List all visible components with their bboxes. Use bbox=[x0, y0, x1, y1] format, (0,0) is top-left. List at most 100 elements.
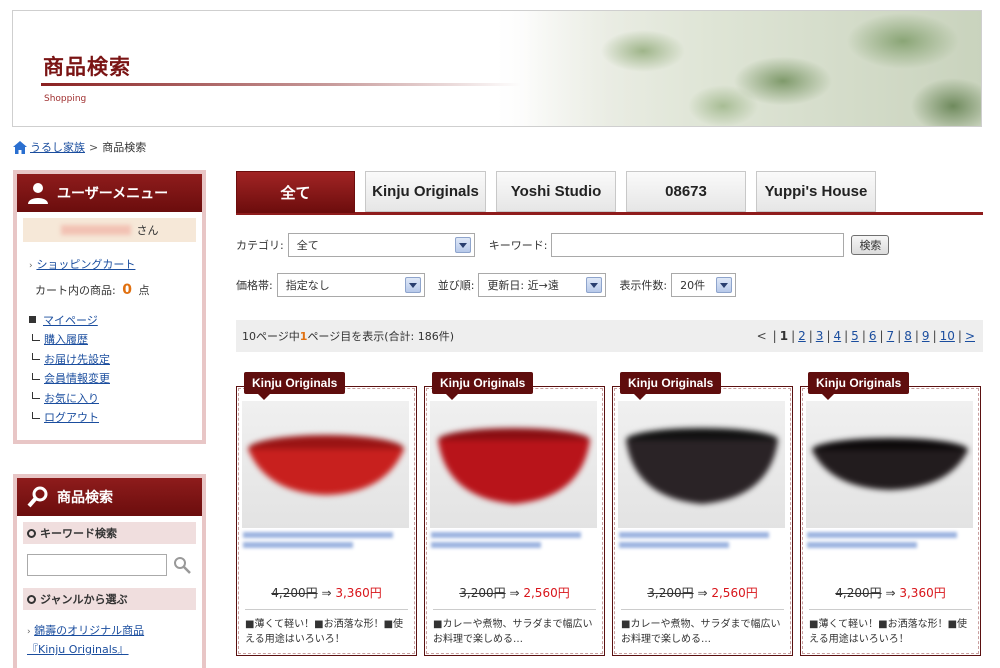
product-card[interactable]: Kinju Originals 3,200円 ⇒ 2,560円 ■カレーや煮物、… bbox=[612, 372, 793, 656]
sort-select[interactable]: 更新日: 近→遠 bbox=[478, 273, 607, 297]
product-price: 4,200円 ⇒ 3,360円 bbox=[801, 584, 980, 601]
mypage-link[interactable]: マイページ bbox=[43, 312, 98, 328]
card-divider bbox=[809, 609, 972, 610]
pager-summary: 10ページ中1ページ目を表示(合計: 186件) bbox=[242, 328, 454, 344]
price-select[interactable]: 指定なし bbox=[276, 273, 425, 297]
product-name-blurred[interactable] bbox=[619, 532, 779, 554]
product-name-blurred[interactable] bbox=[243, 532, 403, 554]
card-divider bbox=[245, 609, 408, 610]
tab-all[interactable]: 全て bbox=[236, 171, 355, 213]
user-menu-box: ユーザーメニュー さん › ショッピングカート カート内の商品: 0 点 マイペ… bbox=[13, 170, 206, 444]
delivery-settings-link[interactable]: お届け先設定 bbox=[44, 351, 110, 367]
search-button[interactable]: 検索 bbox=[851, 235, 890, 255]
user-menu-title: ユーザーメニュー bbox=[57, 186, 169, 202]
filter-row-2: 価格帯: 指定なし 並び順: 更新日: 近→遠 表示件数: 20件 bbox=[236, 273, 737, 297]
sale-price: 2,560円 bbox=[711, 586, 758, 600]
bowl-body bbox=[625, 440, 778, 504]
card-divider bbox=[621, 609, 784, 610]
product-card[interactable]: Kinju Originals 4,200円 ⇒ 3,360円 ■薄くて軽い！■… bbox=[236, 372, 417, 656]
product-photo[interactable] bbox=[430, 401, 597, 528]
bowl-image bbox=[247, 435, 404, 495]
chevron-down-icon bbox=[404, 277, 421, 293]
menu-item-logout: ログアウト bbox=[29, 408, 202, 428]
pager-page-link[interactable]: 10 bbox=[940, 329, 955, 343]
logout-link[interactable]: ログアウト bbox=[44, 409, 99, 425]
product-description: ■薄くて軽い！■お洒落な形！■使える用途はいろいろ！ bbox=[809, 619, 968, 645]
shop-tabs: 全て Kinju Originals Yoshi Studio 08673 Yu… bbox=[236, 170, 983, 215]
pager-page-link[interactable]: 5 bbox=[851, 329, 859, 343]
product-card[interactable]: Kinju Originals 3,200円 ⇒ 2,560円 ■カレーや煮物、… bbox=[424, 372, 605, 656]
sale-price: 3,360円 bbox=[899, 586, 946, 600]
pager-prev[interactable]: < bbox=[757, 329, 767, 343]
pager-page-link[interactable]: 6 bbox=[869, 329, 877, 343]
member-info-link[interactable]: 会員情報変更 bbox=[44, 370, 110, 386]
product-photo[interactable] bbox=[242, 401, 409, 528]
chevron-right-icon: › bbox=[29, 261, 33, 271]
pager-page-link[interactable]: 2 bbox=[798, 329, 806, 343]
old-price: 4,200円 bbox=[271, 586, 318, 600]
product-description: ■薄くて軽い！■お洒落な形！■使える用途はいろいろ！ bbox=[245, 619, 404, 645]
shopping-cart-link[interactable]: ショッピングカート bbox=[36, 258, 135, 271]
search-icon[interactable] bbox=[173, 556, 191, 574]
price-arrow: ⇒ bbox=[509, 586, 520, 600]
keyword-search-label: キーワード検索 bbox=[40, 527, 117, 540]
pager-page-link[interactable]: 9 bbox=[922, 329, 930, 343]
favorites-link[interactable]: お気に入り bbox=[44, 390, 99, 406]
tab-kinju-originals[interactable]: Kinju Originals bbox=[365, 171, 486, 212]
cart-count-value: 0 bbox=[122, 282, 132, 298]
pager-next[interactable]: > bbox=[965, 329, 975, 343]
header-banner: 商品検索 Shopping bbox=[12, 10, 982, 127]
product-description: ■カレーや煮物、サラダまで幅広いお料理で楽しめる… bbox=[621, 619, 781, 645]
category-select[interactable]: 全て bbox=[287, 233, 475, 257]
genre-link-block: › 錦壽のオリジナル商品 『Kinju Originals』 bbox=[27, 622, 202, 659]
product-photo[interactable] bbox=[618, 401, 785, 528]
cart-row: › ショッピングカート bbox=[29, 256, 202, 272]
pager-page-link[interactable]: 7 bbox=[887, 329, 895, 343]
product-search-box: 商品検索 キーワード検索 ジャンルから選ぶ › 錦壽のオリジナル商品 『Kinj… bbox=[13, 474, 206, 668]
per-page-label: 表示件数: bbox=[619, 279, 668, 292]
tree-branch-icon bbox=[32, 372, 40, 380]
keyword-input[interactable] bbox=[551, 233, 845, 257]
category-select-value: 全て bbox=[296, 239, 319, 252]
user-icon bbox=[28, 183, 48, 204]
price-arrow: ⇒ bbox=[697, 586, 708, 600]
pager-page-link[interactable]: 3 bbox=[816, 329, 824, 343]
genre-link-kinju-originals[interactable]: 『Kinju Originals』 bbox=[27, 643, 129, 656]
user-name-blurred bbox=[60, 225, 131, 235]
price-arrow: ⇒ bbox=[321, 586, 332, 600]
purchase-history-link[interactable]: 購入履歴 bbox=[44, 331, 88, 347]
product-name-blurred[interactable] bbox=[807, 532, 967, 554]
product-card[interactable]: Kinju Originals 4,200円 ⇒ 3,360円 ■薄くて軽い！■… bbox=[800, 372, 981, 656]
title-rule bbox=[41, 83, 521, 86]
tree-branch-icon bbox=[32, 411, 40, 419]
product-price: 4,200円 ⇒ 3,360円 bbox=[237, 584, 416, 601]
tree-branch-icon bbox=[32, 353, 40, 361]
product-search-title: 商品検索 bbox=[57, 490, 113, 506]
bowl-image bbox=[625, 428, 778, 504]
old-price: 3,200円 bbox=[459, 586, 506, 600]
pager-page-link[interactable]: 4 bbox=[833, 329, 841, 343]
breadcrumb-home-link[interactable]: うるし家族 bbox=[30, 139, 85, 155]
tab-yuppis-house[interactable]: Yuppi's House bbox=[756, 171, 876, 212]
filter-row-1: カテゴリ: 全て キーワード: 検索 bbox=[236, 233, 890, 257]
pager-current-page: 1 bbox=[779, 329, 789, 343]
magnifier-icon bbox=[27, 486, 48, 508]
brand-tag: Kinju Originals bbox=[244, 372, 346, 400]
tab-yoshi-studio[interactable]: Yoshi Studio bbox=[496, 171, 616, 212]
pager-page-link[interactable]: 8 bbox=[904, 329, 912, 343]
bowl-body bbox=[247, 449, 404, 495]
tab-08673[interactable]: 08673 bbox=[626, 171, 746, 212]
bowl-body bbox=[811, 450, 968, 490]
sale-price: 2,560円 bbox=[523, 586, 570, 600]
old-price: 4,200円 bbox=[835, 586, 882, 600]
genre-link-kinju[interactable]: 錦壽のオリジナル商品 bbox=[34, 624, 144, 637]
per-page-select[interactable]: 20件 bbox=[671, 273, 737, 297]
ring-bullet-icon bbox=[27, 528, 36, 538]
sale-price: 3,360円 bbox=[335, 586, 382, 600]
product-photo[interactable] bbox=[806, 401, 973, 528]
side-keyword-input[interactable] bbox=[27, 554, 167, 576]
product-price: 3,200円 ⇒ 2,560円 bbox=[613, 584, 792, 601]
product-price: 3,200円 ⇒ 2,560円 bbox=[425, 584, 604, 601]
product-name-blurred[interactable] bbox=[431, 532, 591, 554]
price-arrow: ⇒ bbox=[885, 586, 896, 600]
